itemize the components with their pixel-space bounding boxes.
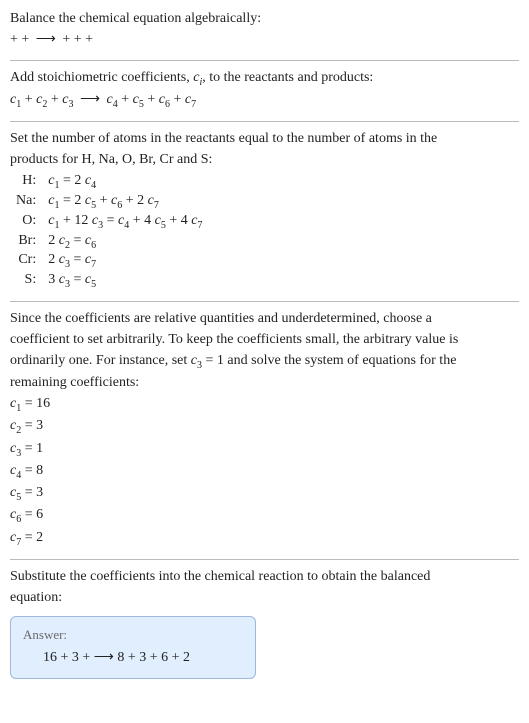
c3s: 3 — [68, 99, 73, 110]
step1-text: Add stoichiometric coefficients, ci, to … — [10, 69, 519, 89]
row-eq: 3 c3 = c5 — [42, 271, 208, 291]
answer-box: Answer: 16 + 3 + ⟶ 8 + 3 + 6 + 2 — [10, 616, 256, 679]
row-eq: 2 c2 = c6 — [42, 232, 208, 252]
solution-line: c4 = 8 — [10, 462, 519, 482]
plus: + — [25, 92, 36, 107]
c4s: 4 — [113, 99, 118, 110]
step1-pre: Add stoichiometric coefficients, — [10, 70, 193, 85]
arrow-icon: ⟶ — [94, 650, 118, 665]
solution-line: c1 = 16 — [10, 395, 519, 415]
solution-line: c2 = 3 — [10, 417, 519, 437]
intro-left: + + — [10, 32, 33, 47]
answer-header: Answer: — [23, 627, 243, 643]
divider — [10, 301, 519, 302]
step1-post: , to the reactants and products: — [202, 70, 373, 85]
solution-line: c5 = 3 — [10, 484, 519, 504]
atom-balance-table: H: c1 = 2 c4 Na: c1 = 2 c5 + c6 + 2 c7 O… — [10, 172, 208, 291]
divider — [10, 559, 519, 560]
row-label: Na: — [10, 192, 42, 212]
step3-t1: Since the coefficients are relative quan… — [10, 310, 519, 329]
row-eq: c1 = 2 c5 + c6 + 2 c7 — [42, 192, 208, 212]
table-row: H: c1 = 2 c4 — [10, 172, 208, 192]
plus: + — [147, 92, 158, 107]
row-eq: 2 c3 = c7 — [42, 251, 208, 271]
arrow-icon: ⟶ — [77, 91, 103, 110]
plus: + — [174, 92, 185, 107]
intro-right: + + + — [62, 32, 93, 47]
answer-right: 8 + 3 + 6 + 2 — [117, 650, 190, 665]
c6s: 6 — [165, 99, 170, 110]
plus: + — [51, 92, 62, 107]
row-eq: c1 + 12 c3 = c4 + 4 c5 + 4 c7 — [42, 212, 208, 232]
intro-equation: + + ⟶ + + + — [10, 31, 519, 50]
table-row: Cr: 2 c3 = c7 — [10, 251, 208, 271]
step3-t2: coefficient to set arbitrarily. To keep … — [10, 331, 519, 350]
table-row: O: c1 + 12 c3 = c4 + 4 c5 + 4 c7 — [10, 212, 208, 232]
row-label: O: — [10, 212, 42, 232]
row-eq: c1 = 2 c4 — [42, 172, 208, 192]
step4-t2: equation: — [10, 589, 519, 608]
table-row: Na: c1 = 2 c5 + c6 + 2 c7 — [10, 192, 208, 212]
solution-line: c6 = 6 — [10, 506, 519, 526]
c7s: 7 — [191, 99, 196, 110]
table-row: Br: 2 c2 = c6 — [10, 232, 208, 252]
arrow-icon: ⟶ — [33, 31, 59, 50]
solution-line: c7 = 2 — [10, 529, 519, 549]
c1s: 1 — [16, 99, 21, 110]
document-root: Balance the chemical equation algebraica… — [0, 0, 529, 691]
step3-t3: ordinarily one. For instance, set c3 = 1… — [10, 352, 519, 372]
answer-left: 16 + 3 + — [43, 650, 94, 665]
c2s: 2 — [42, 99, 47, 110]
step2-text-2: products for H, Na, O, Br, Cr and S: — [10, 151, 519, 170]
step1-equation: c1 + c2 + c3 ⟶ c4 + c5 + c6 + c7 — [10, 91, 519, 111]
divider — [10, 121, 519, 122]
plus: + — [121, 92, 132, 107]
divider — [10, 60, 519, 61]
step3-t4: remaining coefficients: — [10, 374, 519, 393]
row-label: Cr: — [10, 251, 42, 271]
solution-list: c1 = 16c2 = 3 c3 = 1c4 = 8c5 = 3c6 = 6 c7 … — [10, 395, 519, 549]
step4-t1: Substitute the coefficients into the che… — [10, 568, 519, 587]
c5s: 5 — [139, 99, 144, 110]
intro-line-1: Balance the chemical equation algebraica… — [10, 10, 519, 29]
row-label: H: — [10, 172, 42, 192]
table-row: S: 3 c3 = c5 — [10, 271, 208, 291]
row-label: S: — [10, 271, 42, 291]
solution-line: c3 = 1 — [10, 440, 519, 460]
step2-text-1: Set the number of atoms in the reactants… — [10, 130, 519, 149]
row-label: Br: — [10, 232, 42, 252]
answer-equation: 16 + 3 + ⟶ 8 + 3 + 6 + 2 — [23, 649, 243, 666]
